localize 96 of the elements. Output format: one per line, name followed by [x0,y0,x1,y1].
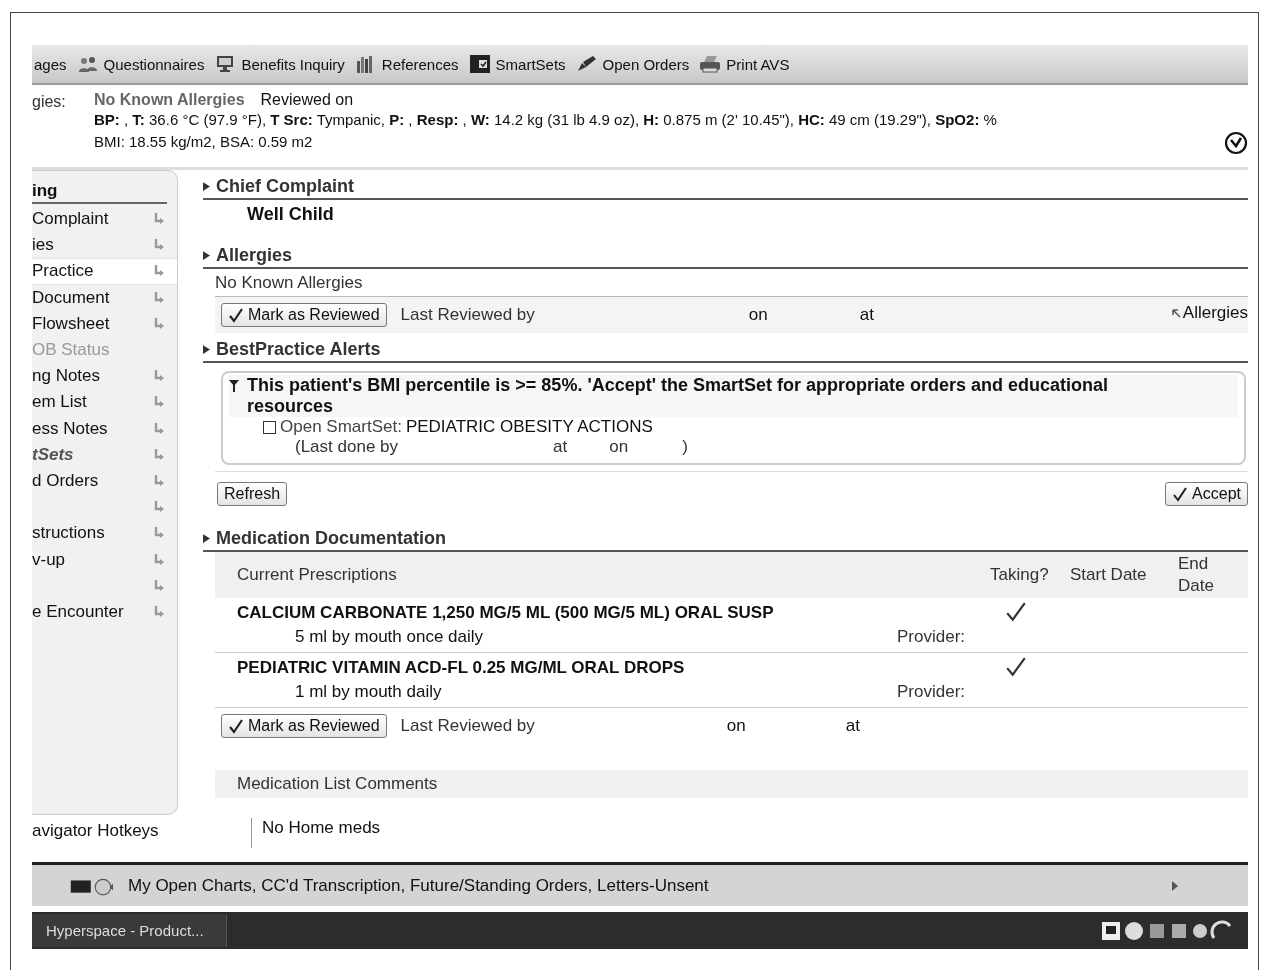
printer-icon [699,55,722,73]
check-icon [1172,486,1189,502]
jump-arrow-icon[interactable] [153,212,165,227]
provider-label: Provider: [897,682,966,702]
arrow-icon [1170,308,1181,318]
navigator-item[interactable]: ess Notes [32,415,177,442]
last-reviewed-label: Last Reviewed by [400,716,535,736]
expand-icon[interactable] [203,251,210,260]
provider-label: Provider: [897,627,966,647]
section-title: BestPractice Alerts [216,339,381,360]
navigator-item[interactable]: d Orders [32,467,177,495]
navigator-item[interactable]: e Encounter [32,598,177,625]
comment-text: No Home meds [262,818,381,837]
navigator-hotkeys-link[interactable]: avigator Hotkeys [32,821,195,841]
section-title: Chief Complaint [216,176,354,197]
column-header: End Date [1178,553,1215,597]
status-text: My Open Charts, CC'd Transcription, Future/Standing Orders, Letters-Unsent [128,875,710,896]
jump-arrow-icon[interactable] [153,238,165,253]
toolbar-button[interactable]: Open Orders [573,55,692,73]
refresh-button[interactable]: Refresh [217,482,288,506]
medication-sig: 5 ml by mouth once daily [295,627,484,647]
medication-name: CALCIUM CARBONATE 1,250 MG/5 ML (500 MG/5 ML) ORAL SUSP [237,603,774,623]
closing-paren: ) [682,437,688,457]
at-label: at [859,305,874,325]
check-icon [1005,656,1027,678]
clock-icon[interactable] [1224,131,1248,155]
toolbar-button[interactable]: Benefits Inquiry [212,55,347,73]
navigator-item[interactable]: tSets [32,441,177,468]
jump-arrow-icon[interactable] [153,316,165,331]
mark-reviewed-button[interactable]: Mark as Reviewed [221,303,387,327]
chief-complaint-value: Well Child [246,203,335,226]
column-header: Current Prescriptions [236,565,398,585]
allergies-link[interactable]: Allergies [1170,303,1248,323]
jump-arrow-icon[interactable] [153,264,165,279]
jump-arrow-icon[interactable] [153,290,165,305]
toolbar-button[interactable]: ages [32,55,69,73]
navigator-item[interactable]: Flowsheet [32,310,177,337]
toolbar-button[interactable]: Print AVS [697,55,792,73]
toolbar-button[interactable]: Questionnaires [74,55,207,73]
column-header: Start Date [1070,565,1148,585]
jump-arrow-icon[interactable] [153,473,165,488]
scroll-right-icon[interactable] [1172,880,1178,891]
comments-header: Medication List Comments [215,770,1248,798]
expand-icon[interactable] [203,182,210,191]
navigator-item[interactable]: ies [32,232,177,259]
medication-name: PEDIATRIC VITAMIN ACD-FL 0.25 MG/ML ORAL DROPS [237,658,685,678]
expand-icon[interactable] [203,345,210,354]
jump-arrow-icon[interactable] [153,421,165,436]
toolbar-button[interactable]: SmartSets [466,55,568,73]
check-icon [1005,601,1027,623]
medication-sig: 1 ml by mouth daily [295,682,442,702]
navigator-item[interactable]: em List [32,389,177,416]
option-value: PEDIATRIC OBESITY ACTIONS [405,417,653,437]
on-label: on [609,437,629,457]
jump-arrow-icon[interactable] [153,526,165,541]
section-title: Allergies [216,245,293,266]
reviewed-text: Reviewed on [260,91,354,109]
toolbar-button[interactable]: References [352,55,461,73]
navigator-title: ing [32,181,167,204]
allergy-status: No Known Allergies [94,91,245,109]
check-icon [228,307,244,323]
jump-arrow-icon[interactable] [153,578,165,593]
mark-reviewed-button[interactable]: Mark as Reviewed [221,714,387,738]
jump-arrow-icon[interactable] [153,447,165,462]
alert-message: This patient's BMI percentile is >= 85%. 'Accept' the SmartSet for appropriate orders and educational resources [247,375,1110,417]
checkbox[interactable] [263,420,276,434]
at-label: at [845,716,860,736]
navigator-item[interactable]: Document [32,284,177,311]
check-icon [228,718,244,734]
people-icon [76,55,99,73]
navigator-item[interactable]: structions [32,520,177,547]
bmi-text: BMI: 18.55 kg/m2, BSA: 0.59 m2 [94,132,314,152]
last-done-label: (Last done by [295,437,398,457]
expand-icon[interactable] [203,534,210,543]
accept-button[interactable]: Accept [1165,482,1248,506]
jump-arrow-icon[interactable] [153,500,165,515]
taskbar-button[interactable]: Hyperspace - Product... [32,914,227,947]
allergies-label: gies: [32,92,67,112]
at-label: at [553,437,568,457]
jump-arrow-icon[interactable] [153,369,165,384]
pen-icon [575,55,598,73]
column-header: Taking? [990,565,1050,585]
on-label: on [748,305,768,325]
vitals-text: BP: , T: 36.6 °C (97.9 °F), T Src: Tympanic, P: , Resp: , W: 14.2 kg (31 lb 4.9 oz), H: 0.875 m (2' 10.45"), HC: 49 cm (19.29"), SpO2: % [94,110,997,130]
last-reviewed-label: Last Reviewed by [400,305,535,325]
section-title: Medication Documentation [216,528,446,549]
jump-arrow-icon[interactable] [153,395,165,410]
on-label: on [726,716,746,736]
navigator-item[interactable]: v-up [32,546,177,573]
navigator-item[interactable]: Complaint [32,206,177,233]
jump-arrow-icon[interactable] [153,604,165,619]
jump-arrow-icon[interactable] [153,552,165,567]
form-icon [468,55,491,73]
option-label: Open SmartSet: [280,417,402,437]
navigator-item[interactable]: ng Notes [32,363,177,390]
navigator-item[interactable]: Practice [32,258,177,285]
